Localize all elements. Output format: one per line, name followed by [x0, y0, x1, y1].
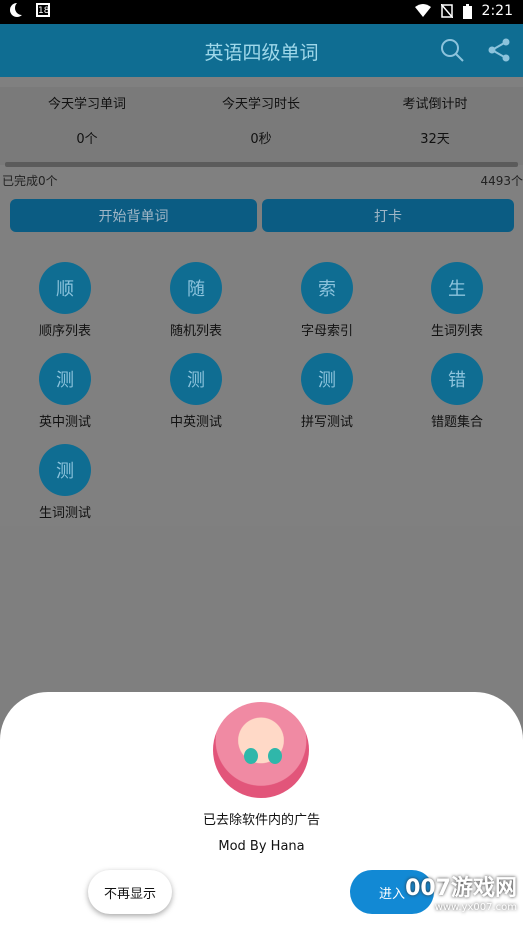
- test-icon: 测: [39, 444, 91, 496]
- grid-item-mistakes[interactable]: 错 错题集合: [407, 353, 507, 430]
- progress-bar: [5, 162, 518, 167]
- new-words-icon: 生: [431, 262, 483, 314]
- grid-item-label: 字母索引: [300, 324, 353, 339]
- stat-label: 今天学习时长: [221, 97, 300, 112]
- test-icon: 测: [39, 353, 91, 405]
- calendar-icon: 18: [36, 3, 50, 17]
- index-icon: 索: [301, 262, 353, 314]
- moon-icon: [10, 1, 29, 17]
- share-icon[interactable]: [487, 38, 511, 62]
- stat-today-time: 今天学习时长 0秒: [181, 93, 341, 147]
- grid-item-label: 错题集合: [430, 415, 483, 430]
- main-content: 今天学习单词 0个 今天学习时长 0秒 考试倒计时 32天 已完成0个 4493…: [0, 77, 523, 526]
- progress-total: 4493个: [480, 174, 523, 188]
- grid-item-random[interactable]: 随 随机列表: [146, 262, 246, 339]
- stat-value: 0秒: [250, 132, 272, 147]
- no-sim-icon: [440, 4, 453, 18]
- grid-item-label: 中英测试: [169, 415, 222, 430]
- progress-completed: 已完成0个: [2, 174, 58, 188]
- start-learning-button[interactable]: 开始背单词: [10, 199, 257, 232]
- grid-item-label: 生词测试: [38, 506, 91, 521]
- wifi-icon: [414, 4, 431, 17]
- checkin-button[interactable]: 打卡: [262, 199, 514, 232]
- grid-item-label: 随机列表: [169, 324, 222, 339]
- dont-show-again-button[interactable]: 不再显示: [88, 870, 172, 914]
- random-icon: 随: [170, 262, 222, 314]
- grid-item-alphabet-index[interactable]: 索 字母索引: [277, 262, 377, 339]
- test-icon: 测: [170, 353, 222, 405]
- search-icon[interactable]: [440, 38, 464, 62]
- status-bar: 18 2:21: [0, 0, 523, 24]
- watermark-url: www.yx007.com: [434, 902, 517, 913]
- watermark-text: 007游戏网: [405, 876, 517, 901]
- grid-item-en-zh-test[interactable]: 测 英中测试: [15, 353, 115, 430]
- status-time: 2:21: [481, 3, 513, 19]
- watermark: 007游戏网 www.yx007.com: [405, 870, 517, 913]
- grid-item-sequential[interactable]: 顺 顺序列表: [15, 262, 115, 339]
- stat-today-words: 今天学习单词 0个: [7, 93, 167, 147]
- avatar: [213, 702, 309, 798]
- stat-label: 今天学习单词: [47, 97, 126, 112]
- grid-item-zh-en-test[interactable]: 测 中英测试: [146, 353, 246, 430]
- battery-icon: [462, 3, 472, 19]
- grid-item-spelling-test[interactable]: 测 拼写测试: [277, 353, 377, 430]
- mistakes-icon: 错: [431, 353, 483, 405]
- grid-item-label: 英中测试: [38, 415, 91, 430]
- grid-item-new-words-test[interactable]: 测 生词测试: [15, 444, 115, 521]
- stat-value: 32天: [420, 132, 450, 147]
- stat-countdown: 考试倒计时 32天: [355, 93, 515, 147]
- stats-panel: 今天学习单词 0个 今天学习时长 0秒 考试倒计时 32天: [0, 87, 523, 165]
- grid-item-label: 顺序列表: [38, 324, 91, 339]
- dialog-mod-credit: Mod By Hana: [218, 839, 305, 854]
- stat-value: 0个: [76, 132, 98, 147]
- grid-item-new-words[interactable]: 生 生词列表: [407, 262, 507, 339]
- test-icon: 测: [301, 353, 353, 405]
- sequential-icon: 顺: [39, 262, 91, 314]
- grid-item-label: 拼写测试: [300, 415, 353, 430]
- grid-item-label: 生词列表: [430, 324, 483, 339]
- app-bar: 英语四级单词: [0, 24, 523, 77]
- stat-label: 考试倒计时: [402, 97, 468, 112]
- dialog-notice: 已去除软件内的广告: [202, 813, 320, 828]
